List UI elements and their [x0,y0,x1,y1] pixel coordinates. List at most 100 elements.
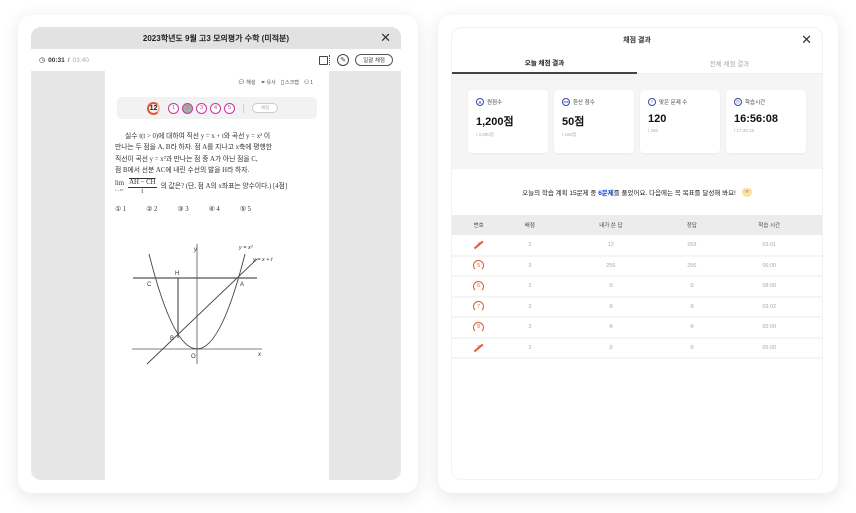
option: ② 2 [146,205,158,213]
tool-label: 1 [310,80,313,86]
problem-line: 점 B에서 선분 AC에 내린 수선의 발을 H라 하자. [115,167,250,175]
cell-my-answer: ③ [554,296,668,318]
cell-time: 05:00 [716,337,822,359]
results-tabs: 오늘 채점 결과 전체 채점 결과 [452,52,822,74]
tool-similar[interactable]: ⚭유사 [260,79,275,86]
tab-all-results[interactable]: 전체 채점 결과 [637,52,822,74]
pencil-icon[interactable]: ✎ [337,54,350,66]
cell-points: 2 [505,337,555,359]
choice-3[interactable]: 3 [196,102,207,114]
fraction: AH − CH t [128,179,157,196]
choice-1[interactable]: 1 [168,102,179,114]
cell-my-answer: ② [554,337,668,359]
comment-icon: 💬︎ [237,80,246,86]
table-row[interactable]: 5 3 256 256 06:00 [452,255,822,277]
timer-separator: / [67,56,70,64]
exam-viewer-tablet: 2023학년도 9월 고3 모의평가 수학 (미적분) ✕ ◷ 00:31 / … [18,15,418,493]
cell-answer: ③ [667,296,717,318]
stat-sub: / 3,000점 [476,132,494,137]
results-table: 번호 배점 내가 쓴 답 정답 학습 시간 4 2 12 259 03:01 5 3 256 2… [452,215,822,359]
option: ① 1 [115,205,127,213]
timer-elapsed: 00:31 [48,56,65,64]
option: ④ 4 [208,205,220,213]
stat-sub: / 17:45:15 [734,128,755,133]
close-icon[interactable]: ✕ [380,31,391,44]
people-icon: ⚇ [303,80,310,86]
problem-line: 만나는 두 점을 A, B라 하자. 점 A를 지나고 x축에 평행한 [115,144,272,152]
problem-graph: y x y = x² y = x + t H C A B O [132,244,273,365]
split-view-button[interactable] [319,55,331,65]
cell-my-answer: 12 [554,235,668,257]
point-b-label: B [170,336,174,342]
cell-answer: 256 [667,255,717,277]
cell-points: 3 [505,296,555,318]
stat-card-correct-count: ✓ 맞은 문제 수 120 / 250 [640,90,720,153]
grade-all-button[interactable]: 일괄 채점 [355,54,393,66]
table-row[interactable]: 4 2 12 259 03:01 [452,235,822,257]
choice-4[interactable]: 4 [210,102,221,114]
tool-people[interactable]: ⚇1 [304,79,313,86]
table-row[interactable]: 7 3 ③ ③ 03:02 [452,296,822,318]
exam-title-bar: 2023학년도 9월 고3 모의평가 수학 (미적분) ✕ [31,27,401,49]
limit-expression: lim t→0+ AH − CH t 의 값은? (단, 점 A의 x좌표는 양… [115,179,321,196]
cell-number: 6 [452,276,506,298]
table-header-row: 번호 배점 내가 쓴 답 정답 학습 시간 [452,215,822,235]
cell-time: 06:00 [716,255,822,277]
cell-number: 8 [452,317,506,339]
cell-time: 05:00 [716,317,822,339]
timer-total: 03:40 [72,56,89,64]
point-h-label: H [175,271,179,277]
cell-my-answer: ① [554,276,668,298]
split-bar-icon [329,55,331,65]
tool-explanation[interactable]: 💬︎해설 [238,79,256,86]
score-icon: A [476,98,484,106]
header-my-answer: 내가 쓴 답 [554,215,668,235]
cell-my-answer: ④ [554,317,668,339]
tool-label: 유사 [266,80,276,86]
tool-scrap[interactable]: ▯스크랩 [281,79,299,86]
choice-5[interactable]: 5 [224,102,235,114]
submit-answer-button[interactable]: 채점 [252,103,278,113]
stat-label: 환산 점수 [573,100,595,106]
cell-answer: ① [667,276,717,298]
cell-time: 08:00 [716,276,822,298]
stat-sub: / 250 [648,128,659,133]
page-tools: 💬︎해설 ⚭유사 ▯스크랩 ⚇1 [238,79,313,86]
tab-today-results[interactable]: 오늘 채점 결과 [452,52,637,74]
results-screen: 채점 결과 ✕ 오늘 채점 결과 전체 채점 결과 A 원점수 1,200점 / … [451,27,823,480]
correct-mark-icon: 6 [473,280,485,292]
timer: ◷ 00:31 / 03:40 [39,56,89,65]
option: ⑤ 5 [239,205,252,213]
wrong-mark-icon: 9 [473,342,484,353]
exam-viewer-screen: 2023학년도 9월 고3 모의평가 수학 (미적분) ✕ ◷ 00:31 / … [31,27,401,480]
cell-number: 7 [452,296,506,318]
cell-answer: ④ [667,317,717,339]
correct-mark-icon: 7 [473,301,485,313]
problem-line: 실수 t(t > 0)에 대하여 직선 y = x + t와 곡선 y = x²… [125,133,271,140]
results-tablet: 채점 결과 ✕ 오늘 채점 결과 전체 채점 결과 A 원점수 1,200점 / … [438,15,838,493]
cell-points: 2 [505,235,555,257]
table-row[interactable]: 8 3 ④ ④ 05:00 [452,317,822,339]
point-a-label: A [240,282,244,288]
problem-question: 의 값은? (단, 점 A의 x좌표는 양수이다.) [4점] [160,183,288,191]
lim: lim t→0+ [115,180,124,193]
tool-label: 스크랩 [285,80,299,86]
stat-value: 1,200점 [476,116,514,128]
correct-mark-icon: 5 [473,260,485,272]
close-icon[interactable]: ✕ [801,33,812,46]
correct-mark-icon: 8 [473,321,485,333]
fraction-numerator: AH − CH [128,178,157,188]
cell-answer: 259 [667,235,717,257]
split-view-icon [319,55,329,65]
stat-label: 원점수 [487,100,503,106]
message-prefix: 오늘의 학습 계획 15문제 중 [522,190,599,197]
choice-2[interactable]: 2 [182,102,193,114]
table-row[interactable]: 9 2 ② ⑤ 05:00 [452,337,822,359]
cat-emoji-icon: ᵔᴥᵔ [741,187,752,197]
wrong-mark-icon: 4 [473,239,484,250]
cell-points: 3 [505,255,555,277]
divider [243,103,244,113]
tool-label: 해설 [246,80,256,86]
table-row[interactable]: 6 2 ① ① 08:00 [452,276,822,298]
bookmark-icon: ▯ [280,80,285,86]
